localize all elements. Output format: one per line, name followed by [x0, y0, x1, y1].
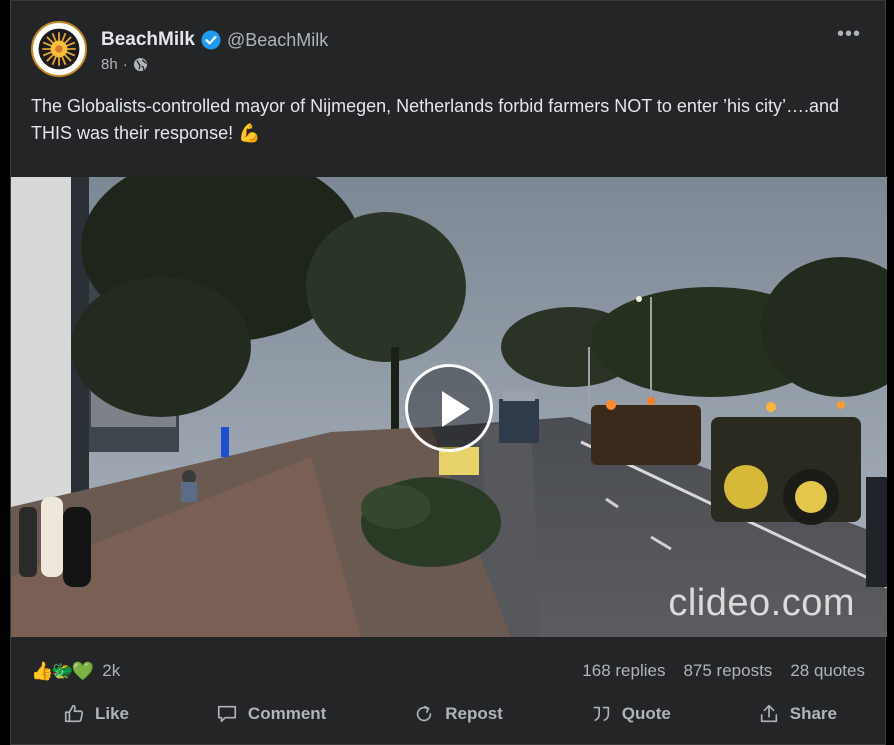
post-header: BeachMilk @BeachMilk 8h · ••• — [31, 21, 865, 77]
play-button[interactable] — [405, 364, 493, 452]
post-meta: 8h · — [101, 56, 148, 73]
globe-icon — [133, 57, 148, 72]
post-time[interactable]: 8h — [101, 56, 118, 73]
comment-icon — [217, 705, 236, 723]
video-player[interactable]: clideo.com — [11, 177, 887, 637]
like-button[interactable]: Like — [31, 699, 159, 729]
dragon-reaction-icon: 🐲 — [51, 660, 74, 681]
share-button[interactable]: Share — [728, 699, 865, 729]
replies-count[interactable]: 168 replies — [582, 661, 665, 681]
like-reaction-icon: 👍 — [31, 660, 54, 681]
reposts-count[interactable]: 875 reposts — [683, 661, 772, 681]
post-actions: Like Comment Repost Quote Share — [31, 697, 865, 731]
green-heart-reaction-icon: 💚 — [71, 660, 95, 681]
quotes-count[interactable]: 28 quotes — [790, 661, 865, 681]
comment-button[interactable]: Comment — [186, 699, 356, 729]
reactions-summary[interactable]: 👍 🐲 💚 2k — [31, 660, 121, 682]
repost-label: Repost — [445, 704, 503, 723]
share-label: Share — [789, 704, 837, 723]
quote-button[interactable]: Quote — [560, 699, 701, 729]
quote-label: Quote — [621, 704, 671, 723]
author-handle[interactable]: @BeachMilk — [227, 30, 328, 51]
like-label: Like — [95, 704, 130, 723]
more-options-icon: ••• — [836, 23, 861, 45]
author-name[interactable]: BeachMilk — [101, 29, 195, 51]
repost-icon — [416, 705, 432, 722]
meta-separator: · — [122, 56, 128, 73]
engagement-counts: 168 replies 875 reposts 28 quotes — [582, 661, 865, 681]
share-icon — [760, 704, 777, 723]
social-post: BeachMilk @BeachMilk 8h · ••• The Global… — [10, 0, 887, 745]
avatar[interactable] — [31, 21, 87, 77]
quote-icon — [593, 706, 609, 722]
more-options-button[interactable]: ••• — [833, 23, 865, 51]
verified-badge-icon — [201, 30, 221, 50]
reaction-count: 2k — [102, 661, 121, 680]
post-stats: 👍 🐲 💚 2k 168 replies 875 reposts 28 quot… — [31, 657, 865, 685]
name-row: BeachMilk @BeachMilk — [101, 29, 328, 51]
avatar-sun-logo-icon — [33, 23, 85, 75]
comment-label: Comment — [247, 704, 327, 723]
post-text: The Globalists-controlled mayor of Nijme… — [31, 96, 839, 143]
repost-button[interactable]: Repost — [383, 699, 533, 729]
thumbs-up-icon — [64, 704, 84, 723]
video-watermark: clideo.com — [668, 582, 855, 624]
